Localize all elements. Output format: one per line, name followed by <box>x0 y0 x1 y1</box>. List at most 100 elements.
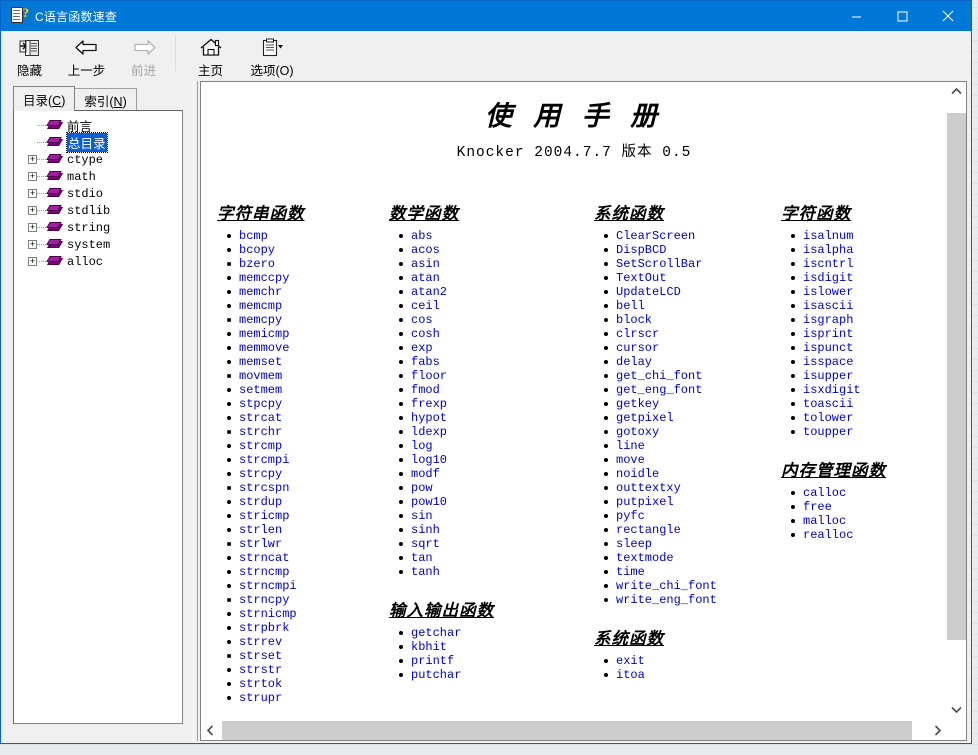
function-link[interactable]: gotoxy <box>616 425 659 439</box>
function-list-item[interactable]: strnicmp <box>227 607 305 621</box>
function-list-item[interactable]: textmode <box>604 551 717 565</box>
function-link[interactable]: kbhit <box>411 640 447 654</box>
function-link[interactable]: strncpy <box>239 593 289 607</box>
function-list-item[interactable]: strdup <box>227 495 305 509</box>
function-link[interactable]: strcpy <box>239 467 282 481</box>
function-list-item[interactable]: isalnum <box>791 229 886 243</box>
function-list-item[interactable]: block <box>604 313 717 327</box>
function-link[interactable]: putpixel <box>616 495 674 509</box>
function-link[interactable]: ldexp <box>411 425 447 439</box>
toolbar-button-home[interactable]: 主页 <box>182 33 239 79</box>
function-link[interactable]: malloc <box>803 514 846 528</box>
function-link[interactable]: isgraph <box>803 313 853 327</box>
function-link[interactable]: strpbrk <box>239 621 289 635</box>
function-list-item[interactable]: sin <box>399 509 494 523</box>
horizontal-scroll-track[interactable] <box>220 721 947 740</box>
function-link[interactable]: putchar <box>411 668 461 682</box>
function-list-item[interactable]: ldexp <box>399 425 494 439</box>
function-list-item[interactable]: ispunct <box>791 341 886 355</box>
function-link[interactable]: toupper <box>803 425 853 439</box>
function-list-item[interactable]: noidle <box>604 467 717 481</box>
function-link[interactable]: strlen <box>239 523 282 537</box>
function-list-item[interactable]: strpbrk <box>227 621 305 635</box>
function-list-item[interactable]: ceil <box>399 299 494 313</box>
scroll-right-button[interactable] <box>928 721 947 740</box>
tree-item-math[interactable]: + math <box>16 168 182 185</box>
maximize-button[interactable] <box>879 1 925 31</box>
function-link[interactable]: strcspn <box>239 481 289 495</box>
function-list-item[interactable]: pow <box>399 481 494 495</box>
contents-tree[interactable]: 前言 总目录 + ctype + math + stdio + stdlib + string + sys… <box>13 110 183 724</box>
function-list-item[interactable]: memcmp <box>227 299 305 313</box>
function-link[interactable]: strncmpi <box>239 579 297 593</box>
function-link[interactable]: strlwr <box>239 537 282 551</box>
function-list-item[interactable]: exp <box>399 341 494 355</box>
function-list-item[interactable]: cosh <box>399 327 494 341</box>
function-link[interactable]: isdigit <box>803 271 853 285</box>
function-list-item[interactable]: time <box>604 565 717 579</box>
function-list-item[interactable]: strcmp <box>227 439 305 453</box>
function-list-item[interactable]: stpcpy <box>227 397 305 411</box>
function-link[interactable]: bcmp <box>239 229 268 243</box>
function-list-item[interactable]: getpixel <box>604 411 717 425</box>
function-link[interactable]: abs <box>411 229 433 243</box>
toolbar-button-back[interactable]: 上一步 <box>58 33 115 79</box>
tree-expander-icon[interactable]: + <box>28 189 37 198</box>
function-list-item[interactable]: bcopy <box>227 243 305 257</box>
toolbar-button-options[interactable]: 选项(O) <box>239 33 305 79</box>
function-link[interactable]: modf <box>411 467 440 481</box>
function-link[interactable]: strcat <box>239 411 282 425</box>
function-link[interactable]: printf <box>411 654 454 668</box>
function-list-item[interactable]: gotoxy <box>604 425 717 439</box>
function-link[interactable]: strcmpi <box>239 453 289 467</box>
function-link[interactable]: tanh <box>411 565 440 579</box>
function-list-item[interactable]: tanh <box>399 565 494 579</box>
tree-item-alloc[interactable]: + alloc <box>16 253 182 270</box>
function-link[interactable]: memcpy <box>239 313 282 327</box>
function-list-item[interactable]: rectangle <box>604 523 717 537</box>
tree-item-system[interactable]: + system <box>16 236 182 253</box>
function-list-item[interactable]: strncmp <box>227 565 305 579</box>
function-link[interactable]: noidle <box>616 467 659 481</box>
function-link[interactable]: line <box>616 439 645 453</box>
tree-expander-icon[interactable]: + <box>28 240 37 249</box>
function-link[interactable]: strnicmp <box>239 607 297 621</box>
horizontal-scrollbar[interactable] <box>201 720 966 740</box>
function-link[interactable]: cos <box>411 313 433 327</box>
function-list-item[interactable]: getkey <box>604 397 717 411</box>
function-list-item[interactable]: exit <box>604 654 717 668</box>
tab-contents[interactable]: 目录(C) <box>13 86 76 111</box>
function-link[interactable]: write_chi_font <box>616 579 717 593</box>
function-link[interactable]: fabs <box>411 355 440 369</box>
tree-item-string[interactable]: + string <box>16 219 182 236</box>
function-list-item[interactable]: stricmp <box>227 509 305 523</box>
function-list-item[interactable]: bzero <box>227 257 305 271</box>
scroll-left-button[interactable] <box>201 721 220 740</box>
function-list-item[interactable]: modf <box>399 467 494 481</box>
function-link[interactable]: sqrt <box>411 537 440 551</box>
function-list-item[interactable]: get_chi_font <box>604 369 717 383</box>
function-link[interactable]: atan <box>411 271 440 285</box>
function-link[interactable]: strtok <box>239 677 282 691</box>
function-list-item[interactable]: calloc <box>791 486 886 500</box>
toolbar-button-forward[interactable]: 前进 <box>115 33 172 79</box>
function-list-item[interactable]: strncmpi <box>227 579 305 593</box>
function-list-item[interactable]: pow10 <box>399 495 494 509</box>
function-list-item[interactable]: memset <box>227 355 305 369</box>
scroll-up-button[interactable] <box>947 82 966 101</box>
function-list-item[interactable]: isgraph <box>791 313 886 327</box>
function-link[interactable]: outtextxy <box>616 481 681 495</box>
function-link[interactable]: tolower <box>803 411 853 425</box>
function-list-item[interactable]: strlwr <box>227 537 305 551</box>
function-link[interactable]: get_chi_font <box>616 369 702 383</box>
function-list-item[interactable]: DispBCD <box>604 243 717 257</box>
close-button[interactable] <box>925 1 971 31</box>
function-list-item[interactable]: fmod <box>399 383 494 397</box>
function-link[interactable]: getkey <box>616 397 659 411</box>
function-list-item[interactable]: ClearScreen <box>604 229 717 243</box>
function-list-item[interactable]: cos <box>399 313 494 327</box>
function-list-item[interactable]: fabs <box>399 355 494 369</box>
function-list-item[interactable]: isspace <box>791 355 886 369</box>
function-list-item[interactable]: isalpha <box>791 243 886 257</box>
function-link[interactable]: memcmp <box>239 299 282 313</box>
